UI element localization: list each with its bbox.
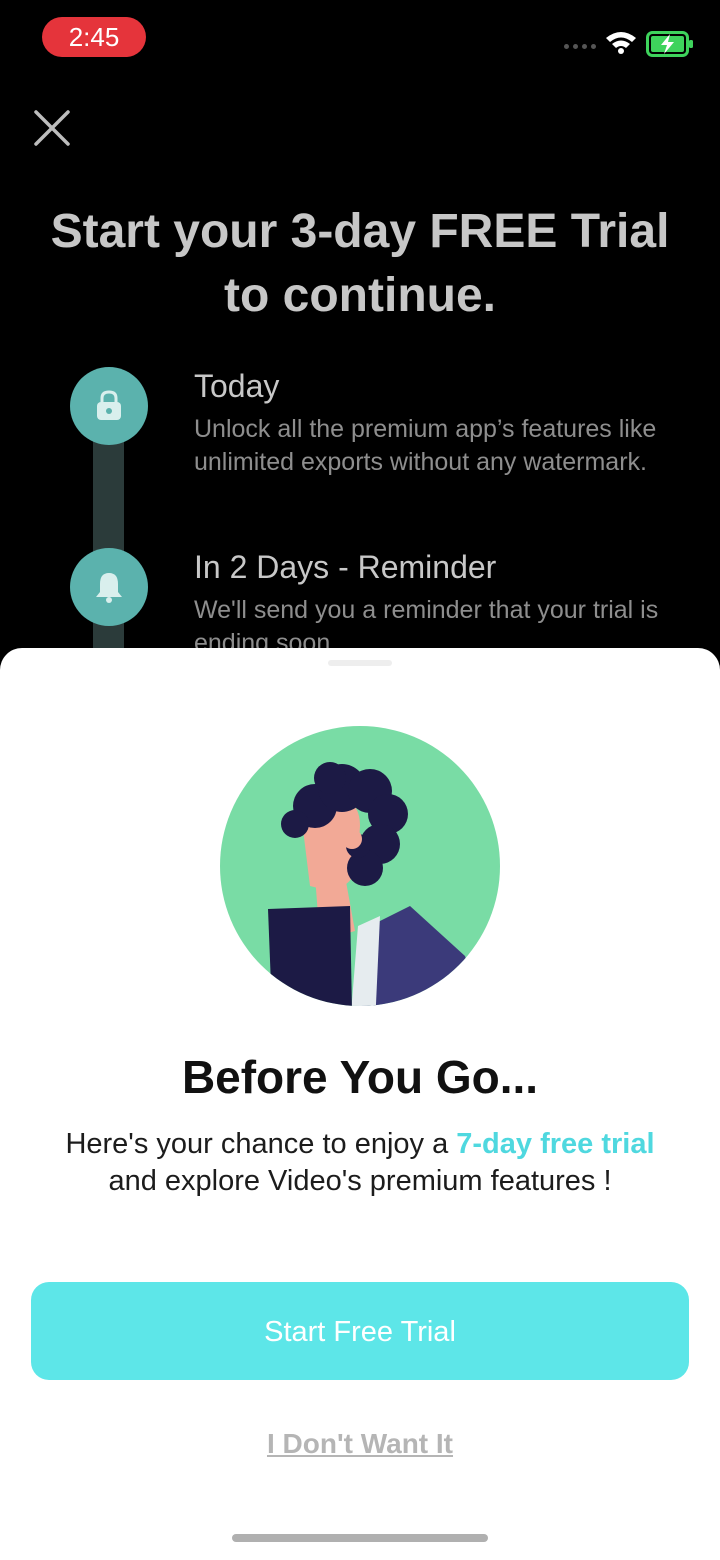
start-free-trial-button[interactable]: Start Free Trial: [31, 1282, 689, 1380]
person-illustration: [220, 726, 500, 1006]
trial-screen: 2:45 Start your 3-day FREE Trial to cont…: [0, 0, 720, 1560]
decline-link[interactable]: I Don't Want It: [0, 1428, 720, 1460]
wifi-icon: [606, 32, 636, 54]
before-you-go-sheet: Before You Go... Here's your chance to e…: [0, 648, 720, 1560]
trial-headline: Start your 3-day FREE Trial to continue.: [50, 205, 670, 322]
body-text-after: and explore Video's premium features !: [108, 1165, 612, 1197]
bell-icon: [96, 573, 122, 603]
battery-charging-icon: [646, 31, 693, 57]
sheet-title: Before You Go...: [181, 1051, 539, 1103]
sheet-body: Here's your chance to enjoy a 7-day free…: [60, 1126, 660, 1200]
status-time: 2:45: [42, 17, 146, 57]
timeline-lock-circle: [70, 367, 148, 445]
lock-icon: [97, 390, 121, 420]
timeline-bell-circle: [70, 548, 148, 626]
timeline-desc-today: Unlock all the premium app’s features li…: [194, 415, 657, 476]
close-icon[interactable]: [32, 108, 72, 148]
sheet-handle[interactable]: [328, 660, 392, 666]
home-indicator: [232, 1534, 488, 1542]
body-text-before: Here's your chance to enjoy a: [65, 1128, 457, 1160]
signal-dots-icon: [564, 44, 598, 52]
timeline-title-today: Today: [194, 368, 280, 404]
timeline-title-reminder: In 2 Days - Reminder: [194, 549, 497, 585]
trial-highlight: 7-day free trial: [456, 1128, 655, 1160]
